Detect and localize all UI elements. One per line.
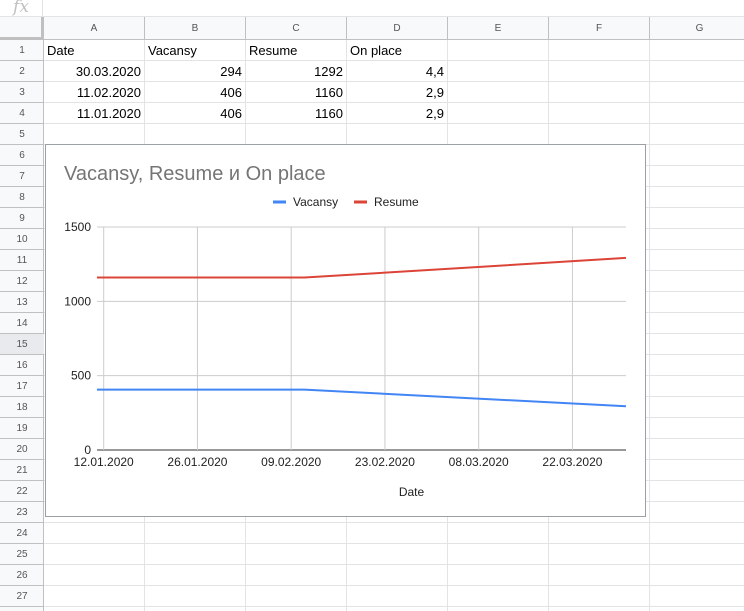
row-header-9[interactable]: 9 (0, 208, 44, 229)
row-header-15[interactable]: 15 (0, 334, 44, 355)
cell-d3[interactable]: 2,9 (347, 82, 447, 103)
cell-c1[interactable]: Resume (246, 40, 346, 61)
column-header-c[interactable]: C (246, 17, 347, 40)
x-tick-label-4: 08.03.2020 (449, 455, 509, 469)
cell-d1[interactable]: On place (347, 40, 447, 61)
row-header-4[interactable]: 4 (0, 103, 44, 124)
cell-b2[interactable]: 294 (145, 61, 245, 82)
cell-c2[interactable]: 1292 (246, 61, 346, 82)
row-header-2[interactable]: 2 (0, 61, 44, 82)
cell-b3[interactable]: 406 (145, 82, 245, 103)
row-header: 1 2 3 4 5 6 7 8 9 10 11 12 13 14 15 16 17 18 19 20 21 22 23 24 2… (0, 40, 44, 611)
row-header-18[interactable]: 18 (0, 397, 44, 418)
row-header-20[interactable]: 20 (0, 439, 44, 460)
cell-a1[interactable]: Date (44, 40, 144, 61)
legend-label-vacansy: Vacansy (293, 195, 338, 209)
chart-canvas: Vacansy, Resume и On place Vacansy Resume 0… (64, 163, 627, 499)
row-header-26[interactable]: 26 (0, 565, 44, 586)
row-header-19[interactable]: 19 (0, 418, 44, 439)
x-tick-label-0: 12.01.2020 (74, 455, 134, 469)
row-header-5[interactable]: 5 (0, 124, 44, 145)
row-header-8[interactable]: 8 (0, 187, 44, 208)
cell-d4[interactable]: 2,9 (347, 103, 447, 124)
row-header-14[interactable]: 14 (0, 313, 44, 334)
column-header-a[interactable]: A (44, 17, 145, 40)
column-header-b[interactable]: B (145, 17, 246, 40)
column-header-d[interactable]: D (347, 17, 448, 40)
series-line-vacansy (97, 388, 627, 408)
chart-title: Vacansy, Resume и On place (64, 163, 326, 185)
row-header-16[interactable]: 16 (0, 355, 44, 376)
cell-a4[interactable]: 11.01.2020 (44, 103, 144, 124)
x-tick-label-5: 22.03.2020 (542, 455, 602, 469)
row-header-6[interactable]: 6 (0, 145, 44, 166)
row-header-3[interactable]: 3 (0, 82, 44, 103)
column-header-g[interactable]: G (650, 17, 744, 40)
fx-icon: fx (0, 0, 43, 17)
x-tick-label-2: 09.02.2020 (261, 455, 321, 469)
row-header-25[interactable]: 25 (0, 544, 44, 565)
cell-c4[interactable]: 1160 (246, 103, 346, 124)
x-tick-label-1: 26.01.2020 (167, 455, 227, 469)
row-header-12[interactable]: 12 (0, 271, 44, 292)
legend-label-resume: Resume (374, 195, 419, 209)
row-header-17[interactable]: 17 (0, 376, 44, 397)
cell-b1[interactable]: Vacansy (145, 40, 245, 61)
row-header-27[interactable]: 27 (0, 586, 44, 607)
series-line-resume (97, 256, 627, 279)
x-axis-title: Date (399, 485, 425, 499)
select-all-corner[interactable] (0, 17, 44, 40)
cell-a3[interactable]: 11.02.2020 (44, 82, 144, 103)
y-tick-label-1500: 1500 (64, 220, 91, 234)
x-tick-label-3: 23.02.2020 (355, 455, 415, 469)
row-header-13[interactable]: 13 (0, 292, 44, 313)
cell-c3[interactable]: 1160 (246, 82, 346, 103)
row-header-21[interactable]: 21 (0, 460, 44, 481)
y-tick-label-1000: 1000 (64, 294, 91, 308)
row-header-1[interactable]: 1 (0, 40, 44, 61)
cell-a2[interactable]: 30.03.2020 (44, 61, 144, 82)
row-header-11[interactable]: 11 (0, 250, 44, 271)
row-header-10[interactable]: 10 (0, 229, 44, 250)
cell-d2[interactable]: 4,4 (347, 61, 447, 82)
formula-bar[interactable]: fx (0, 0, 744, 17)
column-header: ABCDEFG (0, 17, 744, 40)
cell-b4[interactable]: 406 (145, 103, 245, 124)
row-header-7[interactable]: 7 (0, 166, 44, 187)
column-header-f[interactable]: F (549, 17, 650, 40)
row-header-22[interactable]: 22 (0, 481, 44, 502)
line-chart[interactable]: Vacansy, Resume и On place Vacansy Resume 0… (45, 144, 646, 517)
column-header-e[interactable]: E (448, 17, 549, 40)
row-header-23[interactable]: 23 (0, 502, 44, 523)
row-header-24[interactable]: 24 (0, 523, 44, 544)
y-tick-label-500: 500 (71, 369, 91, 383)
